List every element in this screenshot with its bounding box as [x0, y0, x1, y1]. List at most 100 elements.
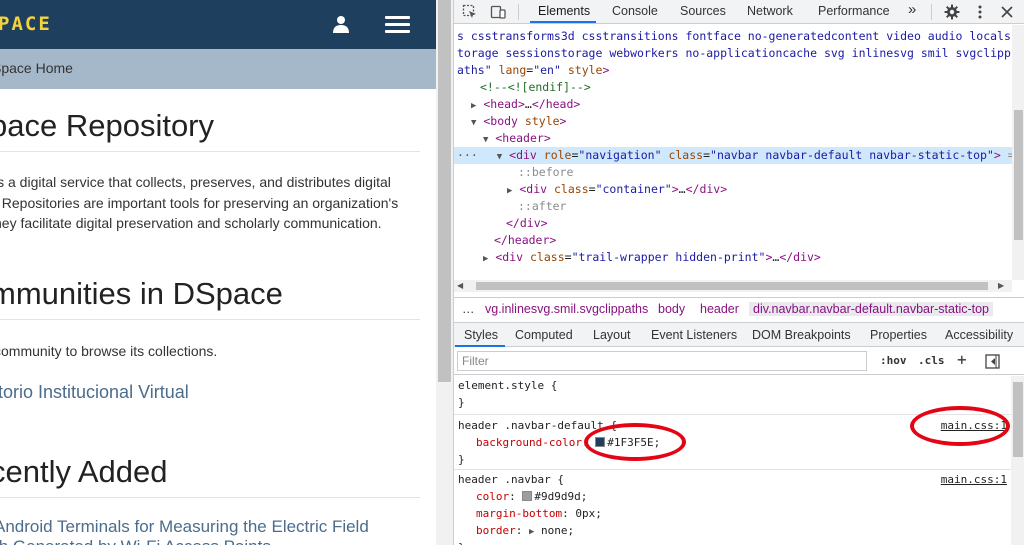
inspect-element-icon[interactable]	[462, 4, 478, 20]
divider	[0, 497, 420, 498]
devtools-toolbar: Elements Console Sources Network Perform…	[454, 0, 1024, 24]
dom-line[interactable]: torage sessionstorage webworkers no-appl…	[457, 45, 1012, 62]
dom-vertical-scroll-thumb[interactable]	[1014, 110, 1023, 240]
dom-line-div-close[interactable]: </div>	[506, 215, 1012, 232]
css-rules-list: element.style { } header .navbar-default…	[454, 376, 1011, 545]
annotation-circle-source-link	[910, 406, 1010, 446]
tab-console[interactable]: Console	[612, 4, 658, 18]
dom-line[interactable]: aths" lang="en" style>	[457, 62, 1012, 79]
element-style-selector[interactable]: element.style {	[458, 377, 557, 394]
styles-filter-bar: :hov .cls +	[454, 348, 1024, 375]
expand-triangle-icon[interactable]: ▶	[507, 186, 512, 196]
rule-close-brace: }	[458, 453, 465, 466]
intro-text-line: hey facilitate digital preservation and …	[0, 215, 382, 231]
recent-item-link[interactable]: th Generated by Wi-Fi Access Points	[0, 537, 271, 545]
collapse-triangle-icon[interactable]: ▼	[483, 135, 488, 145]
rule-divider	[454, 469, 1011, 470]
css-declaration-margin-bottom[interactable]: margin-bottom: 0px;	[476, 505, 602, 522]
more-tabs-button[interactable]: »	[908, 1, 916, 18]
color-swatch-icon[interactable]	[522, 491, 533, 501]
divider	[0, 319, 420, 320]
tab-elements[interactable]: Elements	[538, 4, 590, 18]
device-toolbar-icon[interactable]	[490, 4, 506, 20]
rule-close-brace: }	[458, 396, 465, 409]
tab-event-listeners[interactable]: Event Listeners	[651, 328, 737, 342]
brand-logo[interactable]: PACE	[0, 13, 52, 35]
css-declaration-color[interactable]: color: #9d9d9d;	[476, 488, 587, 505]
breadcrumb-header[interactable]: header	[700, 302, 739, 316]
ellipsis-icon[interactable]: ···	[457, 148, 478, 162]
hover-state-toggle[interactable]: :hov	[880, 354, 907, 367]
dom-line-header[interactable]: ▼ <header>	[483, 130, 1012, 147]
settings-gear-icon[interactable]	[944, 4, 960, 20]
kebab-menu-icon[interactable]	[972, 4, 988, 20]
tab-accessibility[interactable]: Accessibility	[945, 328, 1013, 342]
rule-selector-navbar[interactable]: header .navbar {	[458, 471, 564, 488]
dom-tree: s csstransforms3d csstransitions fontfac…	[454, 25, 1012, 280]
communities-help-text: community to browse its collections.	[0, 343, 218, 359]
page-viewport: PACE Space Home pace Repository is a dig…	[0, 0, 436, 545]
tab-layout[interactable]: Layout	[593, 328, 631, 342]
intro-text-line: is a digital service that collects, pres…	[0, 174, 391, 190]
dom-line-body[interactable]: ▼ <body style>	[471, 113, 1012, 130]
close-icon[interactable]	[999, 4, 1015, 20]
dom-comment-line[interactable]: <!--<![endif]-->	[480, 79, 1012, 96]
dom-line-after[interactable]: ::after	[518, 198, 1012, 215]
source-link-main-css[interactable]: main.css:1	[941, 471, 1007, 488]
dom-line[interactable]: s csstransforms3d csstransitions fontfac…	[457, 28, 1012, 45]
expand-triangle-icon[interactable]: ▶	[529, 527, 534, 537]
page-scrollbar[interactable]	[436, 0, 453, 545]
breadcrumb-body[interactable]: body	[658, 302, 685, 316]
tab-computed[interactable]: Computed	[515, 328, 573, 342]
tab-sources[interactable]: Sources	[680, 4, 726, 18]
dom-line-before[interactable]: ::before	[518, 164, 1012, 181]
tab-performance[interactable]: Performance	[818, 4, 890, 18]
breadcrumb-navbar[interactable]: div.navbar.navbar-default.navbar-static-…	[749, 302, 994, 316]
tab-styles[interactable]: Styles	[464, 328, 498, 342]
dom-line-selected-navbar[interactable]: ··· ▼ <div role="navigation" class="navba…	[454, 147, 1012, 164]
css-declaration-border[interactable]: border: ▶ none;	[476, 522, 574, 539]
toggle-sidebar-icon[interactable]	[985, 354, 1000, 369]
dom-line-header-close[interactable]: </header>	[494, 232, 1012, 249]
dom-line-trail[interactable]: ▶ <div class="trail-wrapper hidden-print…	[483, 249, 1012, 266]
new-rule-button[interactable]: +	[957, 350, 967, 369]
dom-horizontal-scroll-thumb[interactable]	[476, 282, 988, 290]
active-tab-indicator	[530, 21, 596, 23]
styles-pane-tabs: Styles Computed Layout Event Listeners D…	[454, 322, 1024, 347]
tab-properties[interactable]: Properties	[870, 328, 927, 342]
communities-heading: mmunities in DSpace	[0, 276, 283, 311]
collapse-triangle-icon[interactable]: ▼	[497, 152, 502, 162]
dom-line-head[interactable]: ▶ <head>…</head>	[471, 96, 1012, 113]
scroll-left-arrow-icon[interactable]: ◀	[457, 281, 463, 290]
tab-network[interactable]: Network	[747, 4, 793, 18]
dom-vertical-scrollbar[interactable]	[1012, 25, 1024, 280]
styles-filter-input[interactable]	[457, 351, 867, 371]
breadcrumb-more[interactable]: …	[462, 302, 475, 316]
toolbar-divider	[931, 4, 932, 20]
page-title: pace Repository	[0, 108, 215, 143]
collapse-triangle-icon[interactable]: ▼	[471, 118, 476, 128]
user-icon[interactable]	[332, 15, 350, 33]
styles-scrollbar[interactable]	[1011, 376, 1024, 545]
dom-horizontal-scrollbar[interactable]: ◀ ▶	[454, 280, 1012, 292]
breadcrumb-html[interactable]: vg.inlinesvg.smil.svgclippaths	[485, 302, 648, 316]
expand-triangle-icon[interactable]: ▶	[483, 254, 488, 264]
page-scrollbar-thumb[interactable]	[438, 0, 451, 382]
expand-triangle-icon[interactable]: ▶	[471, 101, 476, 111]
active-tab-indicator	[455, 345, 505, 347]
menu-icon[interactable]	[385, 16, 410, 34]
recent-item-link[interactable]: Android Terminals for Measuring the Elec…	[0, 517, 369, 537]
tab-dom-breakpoints[interactable]: DOM Breakpoints	[752, 328, 851, 342]
dom-line-container[interactable]: ▶ <div class="container">…</div>	[507, 181, 1012, 198]
class-toggle[interactable]: .cls	[918, 354, 945, 367]
community-link[interactable]: itorio Institucional Virtual	[0, 382, 189, 402]
annotation-circle-color-value	[584, 423, 686, 461]
divider	[0, 151, 420, 152]
toolbar-divider	[518, 4, 519, 20]
dom-breadcrumbs: … vg.inlinesvg.smil.svgclippaths body he…	[454, 297, 1024, 321]
scroll-right-arrow-icon[interactable]: ▶	[998, 281, 1004, 290]
recently-added-heading: cently Added	[0, 454, 168, 489]
styles-scroll-thumb[interactable]	[1013, 382, 1023, 457]
navbar: PACE	[0, 0, 436, 49]
breadcrumb-home-link[interactable]: Space Home	[0, 60, 73, 76]
